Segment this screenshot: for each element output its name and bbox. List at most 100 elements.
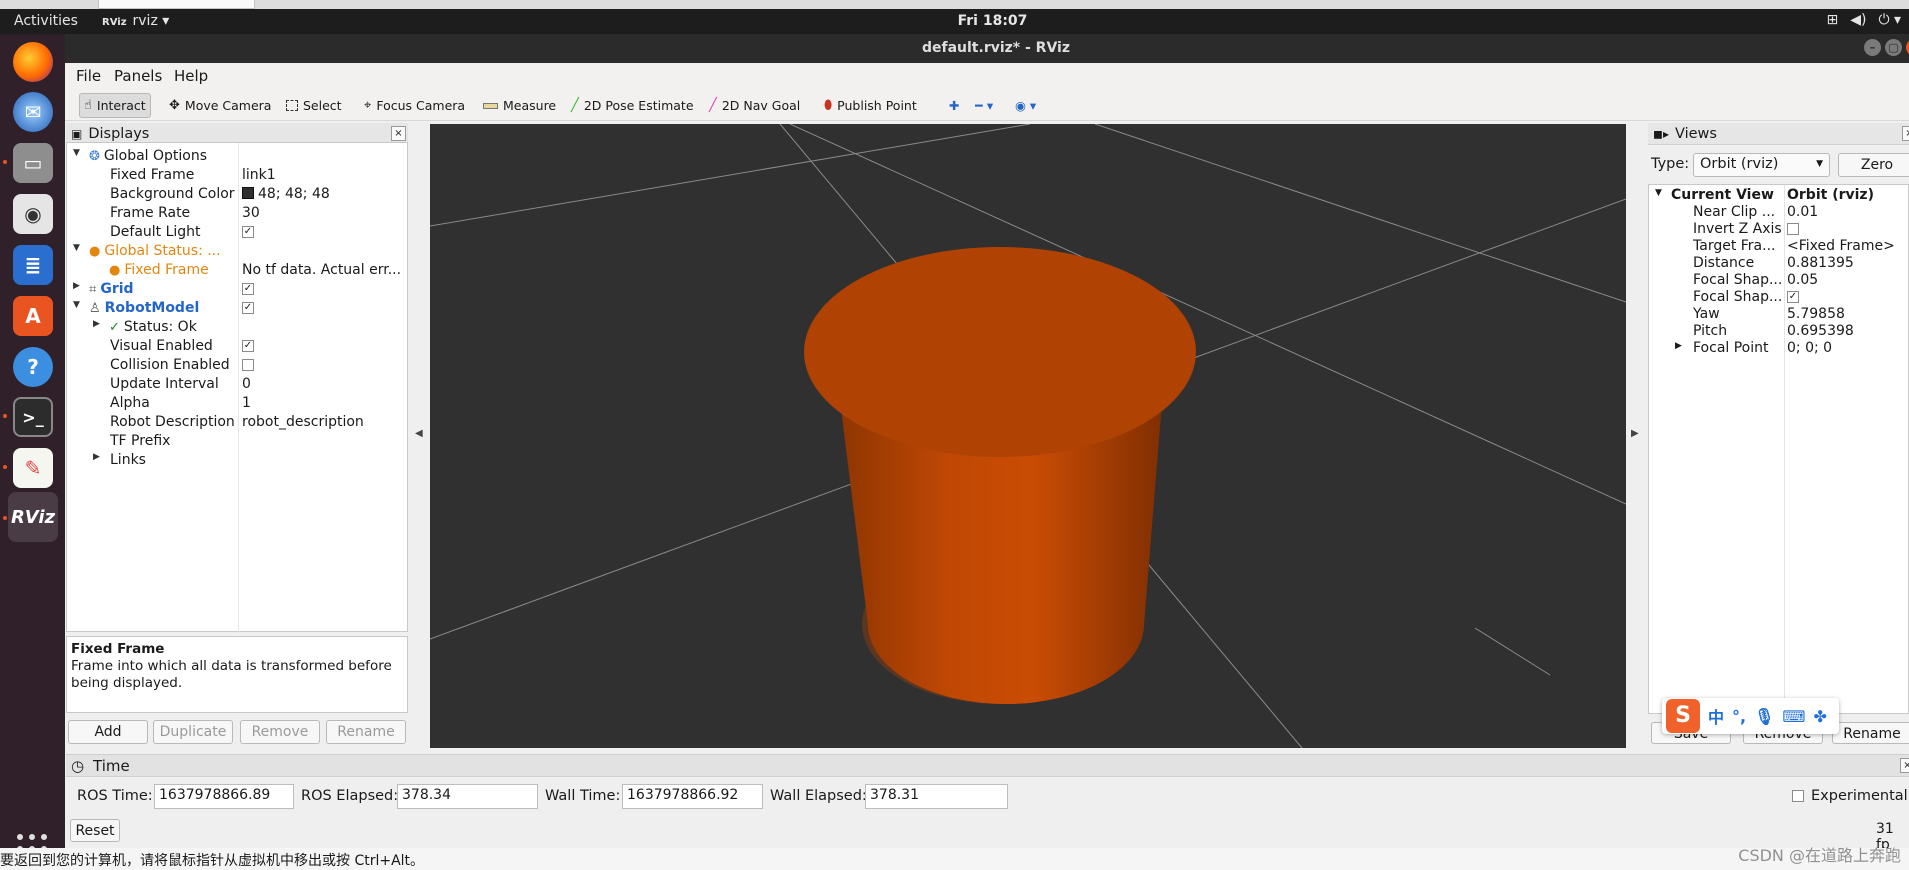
rename-view-button[interactable]: Rename <box>1832 722 1909 744</box>
view-row-focal-shape-size[interactable]: Focal Shap... 0.05 <box>1649 272 1909 289</box>
move-camera-tool[interactable]: ✥ Move Camera <box>165 93 275 118</box>
row-value[interactable]: 30 <box>242 205 404 221</box>
tree-row-collision-enabled[interactable]: Collision Enabled <box>67 356 407 375</box>
ime-language-toggle[interactable]: 中 <box>1708 704 1724 728</box>
expand-arrow-icon[interactable]: ▼ <box>73 243 80 253</box>
vm-tab[interactable] <box>98 0 255 9</box>
rhythmbox-launcher[interactable]: ◉ <box>8 189 58 239</box>
measure-tool[interactable]: Measure <box>479 93 560 118</box>
expand-arrow-icon[interactable]: ▶ <box>93 319 100 329</box>
row-value[interactable]: 0.695398 <box>1787 323 1854 339</box>
view-row-invert-z[interactable]: Invert Z Axis <box>1649 221 1909 238</box>
expand-arrow-icon[interactable]: ▼ <box>73 148 80 158</box>
checkbox-checked[interactable]: ✓ <box>1787 291 1799 303</box>
3d-viewport[interactable] <box>430 124 1626 748</box>
row-value[interactable]: 0; 0; 0 <box>1787 340 1832 356</box>
row-value[interactable]: 0.01 <box>1787 204 1818 220</box>
close-panel-button[interactable]: × <box>1902 126 1909 141</box>
expand-arrow-icon[interactable]: ▶ <box>93 452 100 462</box>
view-type-select[interactable]: Orbit (rviz) ▼ <box>1693 153 1830 177</box>
pose-estimate-tool[interactable]: ╱ 2D Pose Estimate <box>567 93 698 118</box>
firefox-launcher[interactable] <box>8 37 58 87</box>
row-value[interactable]: 0 <box>242 376 404 392</box>
clock[interactable]: Fri 18:07 <box>0 13 1909 29</box>
ros-elapsed-field[interactable]: 378.34 <box>397 784 538 809</box>
terminal-launcher[interactable]: >_ <box>8 392 58 442</box>
tree-row-links[interactable]: ▶ Links <box>67 451 407 470</box>
view-row-focal-point[interactable]: ▶ Focal Point 0; 0; 0 <box>1649 340 1909 357</box>
writer-launcher[interactable]: ≣ <box>8 240 58 290</box>
tree-row-fixed-frame[interactable]: Fixed Frame link1 <box>67 166 407 185</box>
menu-file[interactable]: File <box>76 67 101 85</box>
view-row-pitch[interactable]: Pitch 0.695398 <box>1649 323 1909 340</box>
color-swatch[interactable] <box>242 187 254 199</box>
microphone-icon[interactable]: 🎙 <box>1754 707 1774 726</box>
tree-row-update-interval[interactable]: Update Interval 0 <box>67 375 407 394</box>
power-icon[interactable]: ⏻ ▾ <box>1878 12 1901 28</box>
view-row-near-clip[interactable]: Near Clip ... 0.01 <box>1649 204 1909 221</box>
duplicate-display-button[interactable]: Duplicate <box>153 720 233 744</box>
system-tray[interactable]: ⊞ ◀) ⏻ ▾ <box>1826 12 1901 28</box>
tree-row-grid[interactable]: ▶ ⌗ Grid ✓ <box>67 280 407 299</box>
checkbox-unchecked[interactable] <box>1787 223 1799 235</box>
wall-elapsed-field[interactable]: 378.31 <box>865 784 1008 809</box>
view-row-yaw[interactable]: Yaw 5.79858 <box>1649 306 1909 323</box>
volume-icon[interactable]: ◀) <box>1850 12 1866 28</box>
remove-tool-icon[interactable]: ━ ▾ <box>971 93 997 118</box>
software-launcher[interactable]: A <box>8 291 58 341</box>
row-value[interactable]: 1 <box>242 395 404 411</box>
collapse-left-arrow-icon[interactable]: ◀ <box>415 428 429 439</box>
tree-row-tf-prefix[interactable]: TF Prefix <box>67 432 407 451</box>
tree-row-global-status[interactable]: ▼ ● Global Status: ... <box>67 242 407 261</box>
rename-display-button[interactable]: Rename <box>326 720 406 744</box>
select-tool[interactable]: Select <box>282 93 346 118</box>
tree-row-robot-description[interactable]: Robot Description robot_description <box>67 413 407 432</box>
view-row-current-view[interactable]: ▼ Current View Orbit (rviz) <box>1649 187 1909 204</box>
checkbox-checked[interactable]: ✓ <box>242 302 254 314</box>
checkbox-unchecked[interactable] <box>242 359 254 371</box>
add-tool-icon[interactable]: ✚ <box>945 93 963 118</box>
close-panel-button[interactable]: × <box>1900 758 1909 773</box>
collapse-right-arrow-icon[interactable]: ▶ <box>1631 428 1645 439</box>
close-panel-button[interactable]: × <box>391 126 406 141</box>
text-editor-launcher[interactable]: ✎ <box>8 443 58 493</box>
menu-help[interactable]: Help <box>174 67 208 85</box>
tree-row-frame-rate[interactable]: Frame Rate 30 <box>67 204 407 223</box>
expand-arrow-icon[interactable]: ▼ <box>1655 188 1662 198</box>
row-value[interactable]: 5.79858 <box>1787 306 1845 322</box>
tree-row-robot-model[interactable]: ▼ ♙ RobotModel ✓ <box>67 299 407 318</box>
row-value[interactable]: robot_description <box>242 414 404 430</box>
view-row-distance[interactable]: Distance 0.881395 <box>1649 255 1909 272</box>
checkbox-checked[interactable]: ✓ <box>242 226 254 238</box>
add-display-button[interactable]: Add <box>68 720 148 744</box>
tree-row-visual-enabled[interactable]: Visual Enabled ✓ <box>67 337 407 356</box>
keyboard-icon[interactable]: ⌨ <box>1782 707 1805 726</box>
publish-point-tool[interactable]: ⬮ Publish Point <box>820 93 921 118</box>
interact-tool[interactable]: ☝ Interact <box>79 93 151 118</box>
checkbox-checked[interactable]: ✓ <box>242 283 254 295</box>
expand-arrow-icon[interactable]: ▶ <box>73 281 80 291</box>
row-value[interactable]: 48; 48; 48 <box>258 186 330 202</box>
remove-display-button[interactable]: Remove <box>240 720 320 744</box>
tree-row-background-color[interactable]: Background Color 48; 48; 48 <box>67 185 407 204</box>
tree-row-default-light[interactable]: Default Light ✓ <box>67 223 407 242</box>
thunderbird-launcher[interactable]: ✉ <box>8 87 58 137</box>
minimize-button[interactable]: – <box>1864 39 1881 56</box>
row-value[interactable]: <Fixed Frame> <box>1787 238 1895 254</box>
view-row-focal-shape-fixed[interactable]: Focal Shap... ✓ <box>1649 289 1909 306</box>
rviz-launcher[interactable]: RViz <box>8 492 58 542</box>
sogou-icon[interactable]: S <box>1666 699 1700 733</box>
wall-time-field[interactable]: 1637978866.92 <box>622 784 763 809</box>
ime-punctuation-toggle[interactable]: °, <box>1732 707 1746 726</box>
files-launcher[interactable]: ▭ <box>8 138 58 188</box>
window-titlebar[interactable]: default.rviz* - RViz – ▢ × <box>65 34 1909 63</box>
menu-panels[interactable]: Panels <box>114 67 162 85</box>
input-method-toolbar[interactable]: S 中 °, 🎙 ⌨ ✤ <box>1662 698 1839 734</box>
focus-camera-tool[interactable]: ⌖ Focus Camera <box>360 93 469 118</box>
zero-button[interactable]: Zero <box>1838 153 1909 177</box>
checkbox-checked[interactable]: ✓ <box>242 340 254 352</box>
tree-row-alpha[interactable]: Alpha 1 <box>67 394 407 413</box>
view-row-target-frame[interactable]: Target Fra... <Fixed Frame> <box>1649 238 1909 255</box>
eye-icon[interactable]: ◉ ▾ <box>1011 93 1040 118</box>
experimental-checkbox[interactable] <box>1792 790 1804 802</box>
